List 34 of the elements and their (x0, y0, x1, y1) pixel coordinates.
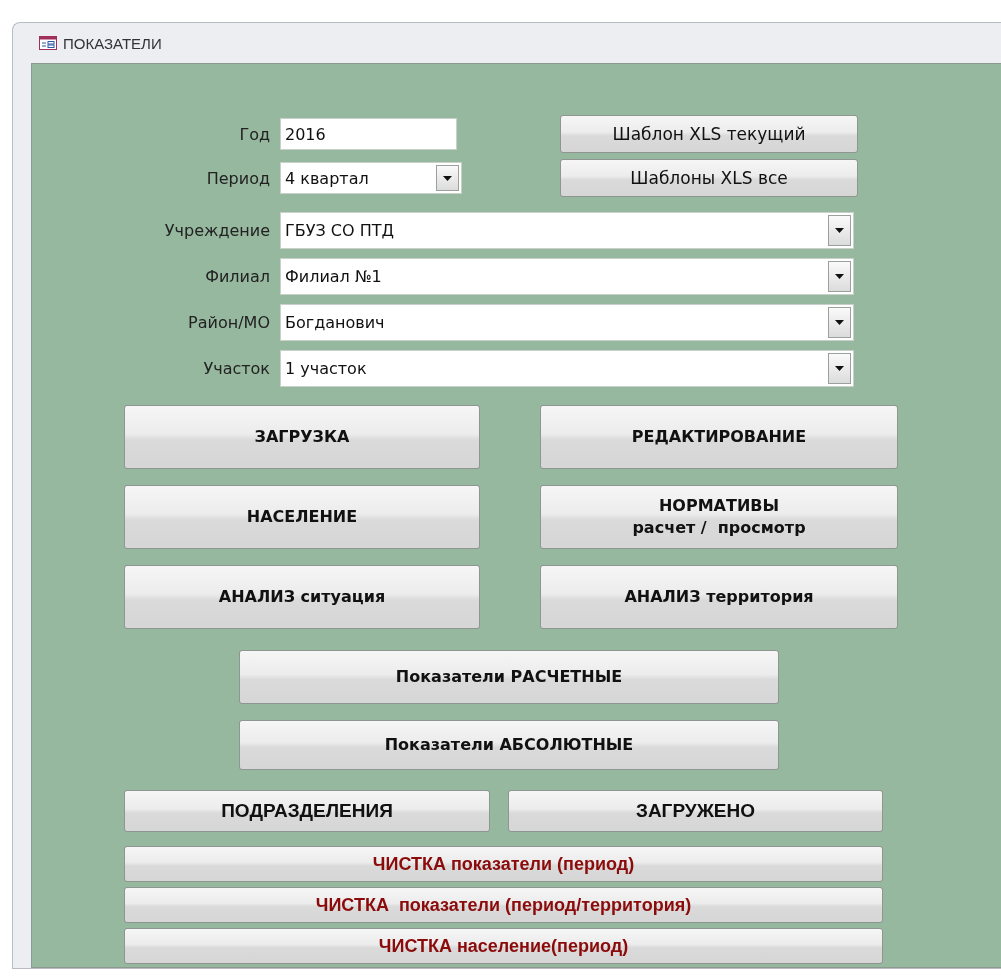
cleanup-button[interactable]: ЧИСТКА показатели (период) (124, 846, 883, 882)
action-button[interactable]: ЗАГРУЗКА (124, 405, 480, 469)
dropdown-arrow-icon (443, 175, 452, 181)
field-label: Участок (202, 359, 271, 378)
dropdown-field[interactable]: Филиал №1 (280, 258, 854, 295)
action-button[interactable]: АНАЛИЗ ситуация (124, 565, 480, 629)
period-dropdown[interactable]: 4 квартал (280, 162, 462, 194)
field-label: Учреждение (163, 221, 271, 240)
cleanup-button[interactable]: ЧИСТКА показатели (период/территория) (124, 887, 883, 923)
cleanup-button[interactable]: ЧИСТКА население(период) (124, 928, 883, 964)
dropdown-arrow-icon (835, 274, 844, 279)
dropdown-arrow-icon (835, 366, 844, 371)
action-button[interactable]: АНАЛИЗ территория (540, 565, 898, 629)
section-button[interactable]: ПОДРАЗДЕЛЕНИЯ (124, 790, 490, 832)
field-label: Район/МО (187, 313, 271, 332)
dropdown-arrow-icon (835, 228, 844, 233)
dropdown-arrow-icon (835, 320, 844, 325)
dropdown-field[interactable]: ГБУЗ СО ПТД (280, 212, 854, 249)
template-button[interactable]: Шаблоны XLS все (560, 159, 858, 197)
field-label: Филиал (204, 267, 271, 286)
dropdown-field[interactable]: Богданович (280, 304, 854, 341)
template-button[interactable]: Шаблон XLS текущий (560, 115, 858, 153)
field-label: Период (205, 168, 271, 188)
indicators-button[interactable]: Показатели АБСОЛЮТНЫЕ (239, 720, 779, 770)
form-icon (39, 36, 57, 50)
window-title: ПОКАЗАТЕЛИ (63, 34, 162, 52)
year-field[interactable]: 2016 (280, 118, 457, 150)
field-label: Год (238, 124, 271, 144)
indicators-button[interactable]: Показатели РАСЧЕТНЫЕ (239, 650, 779, 704)
action-button[interactable]: РЕДАКТИРОВАНИЕ (540, 405, 898, 469)
action-button[interactable]: НАСЕЛЕНИЕ (124, 485, 480, 549)
section-button[interactable]: ЗАГРУЖЕНО (508, 790, 883, 832)
action-button[interactable]: НОРМАТИВЫ расчет / просмотр (540, 485, 898, 549)
dropdown-field[interactable]: 1 участок (280, 350, 854, 387)
